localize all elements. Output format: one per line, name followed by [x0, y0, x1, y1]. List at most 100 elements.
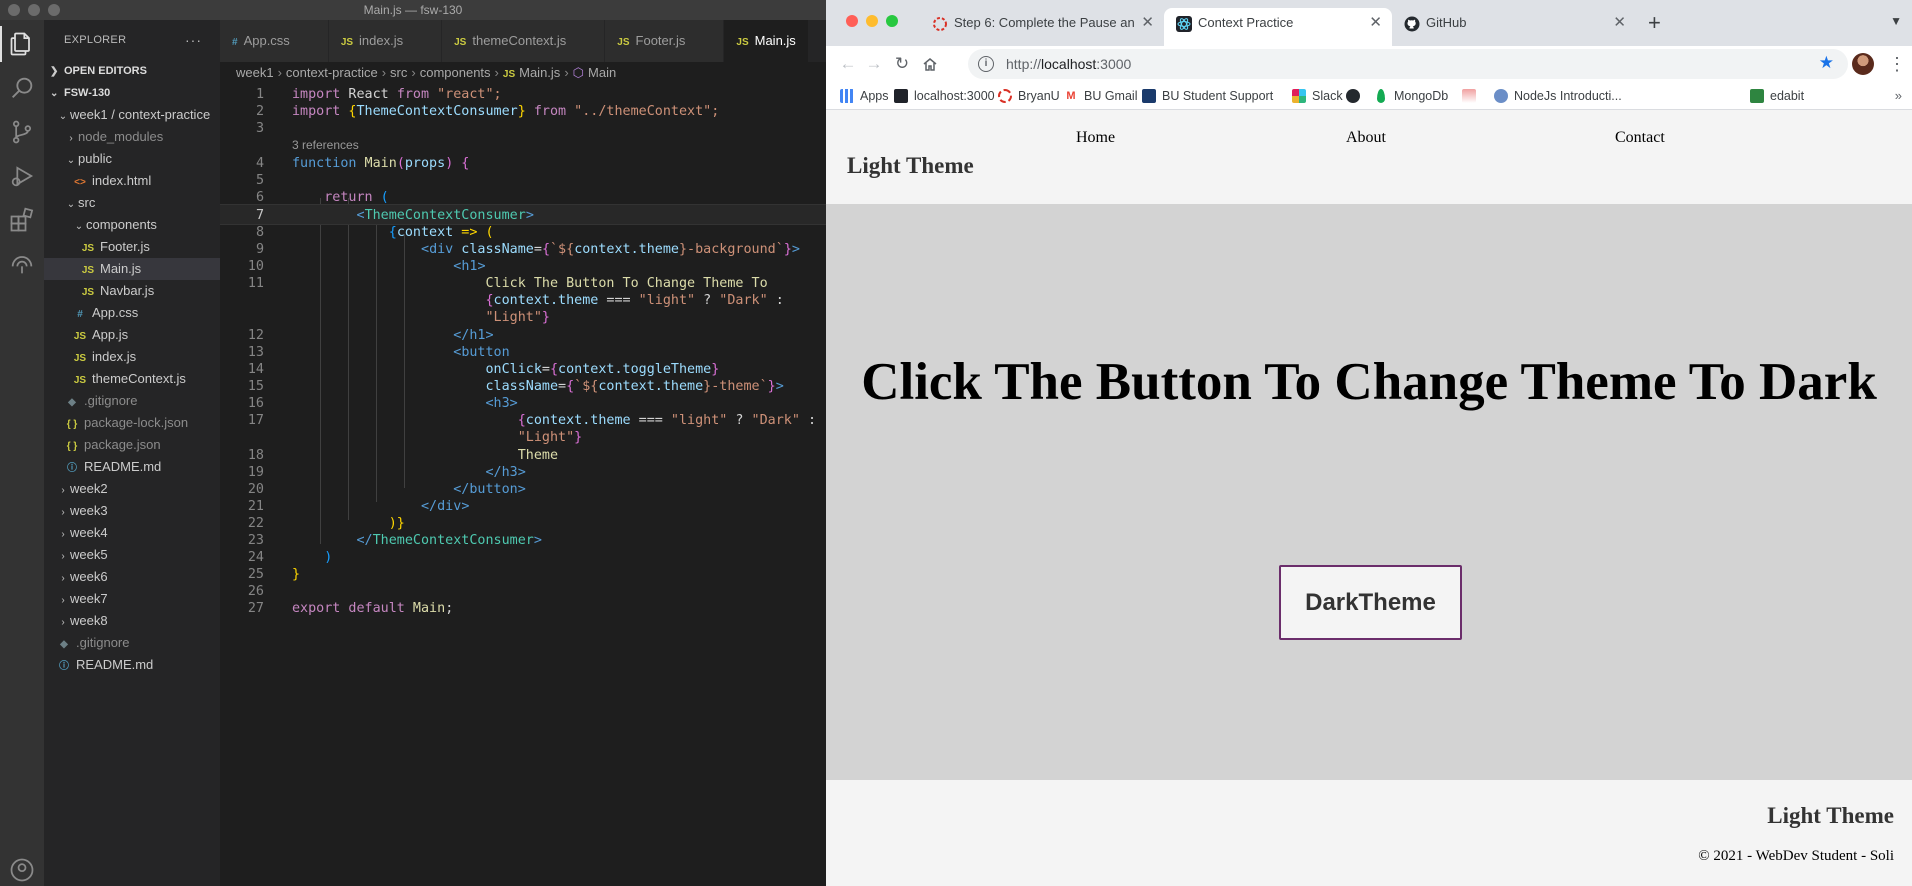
bookmark-edabit[interactable]: edabit	[1748, 82, 1804, 109]
tree-item[interactable]: ⌄ components	[44, 214, 220, 236]
tab-themecontext-js[interactable]: JS themeContext.js	[442, 20, 606, 62]
tree-item[interactable]: JS Main.js	[44, 258, 220, 280]
nav-link-contact[interactable]: Contact	[1615, 129, 1665, 147]
tree-item[interactable]: JS themeContext.js	[44, 368, 220, 390]
zoom-window-button[interactable]	[886, 15, 898, 27]
tree-item[interactable]: ◆ .gitignore	[44, 390, 220, 412]
tree-item[interactable]: › week4	[44, 522, 220, 544]
bookmark-apps[interactable]: Apps	[838, 82, 889, 109]
tree-item[interactable]: JS index.js	[44, 346, 220, 368]
tab-footer-js[interactable]: JS Footer.js	[605, 20, 725, 62]
tree-item[interactable]: ⓘ README.md	[44, 456, 220, 478]
workspace-label: FSW-130	[64, 87, 111, 99]
new-tab-button[interactable]: +	[1648, 10, 1661, 36]
tree-item[interactable]: ⌄ week1 / context-practice	[44, 104, 220, 126]
code-editor[interactable]: 1 import React from "react"; 2 import {The…	[220, 84, 826, 886]
tree-item[interactable]: › week6	[44, 566, 220, 588]
tree-item[interactable]: › week7	[44, 588, 220, 610]
browser-tab[interactable]: Step 6: Complete the Pause and ✕	[920, 8, 1164, 46]
app-footer: Light Theme © 2021 - WebDev Student - So…	[826, 780, 1912, 886]
breadcrumb-item[interactable]: src	[390, 65, 407, 80]
forward-arrow-icon[interactable]: →	[862, 52, 886, 76]
tab-title: Context Practice	[1198, 15, 1294, 30]
nav-link-about[interactable]: About	[1346, 129, 1386, 147]
extensions-icon[interactable]	[8, 206, 36, 234]
tree-item[interactable]: ⌄ public	[44, 148, 220, 170]
tree-item[interactable]: <> index.html	[44, 170, 220, 192]
chevron-down-icon: ⌄	[50, 88, 59, 99]
tree-item[interactable]: JS App.js	[44, 324, 220, 346]
references-codelens[interactable]: 3 references	[292, 136, 359, 154]
tree-item[interactable]: { } package-lock.json	[44, 412, 220, 434]
bookmark-bryanu[interactable]: BryanU	[996, 82, 1060, 109]
open-editors-label: OPEN EDITORS	[64, 65, 147, 77]
close-tab-icon[interactable]: ✕	[1369, 8, 1382, 38]
explorer-icon[interactable]	[0, 26, 36, 62]
close-window-button[interactable]	[846, 15, 858, 27]
tree-item[interactable]: # App.css	[44, 302, 220, 324]
tree-item-label: week6	[70, 569, 108, 584]
breadcrumb: week1 › context-practice › src › components › JS…	[236, 65, 617, 80]
site-info-icon[interactable]: i	[978, 56, 994, 72]
breadcrumb-item[interactable]: components	[420, 65, 491, 80]
bookmark-bu-gmail[interactable]: M BU Gmail	[1062, 82, 1137, 109]
tab-search-icon[interactable]: ▼	[1890, 14, 1902, 28]
profile-avatar[interactable]	[1852, 53, 1874, 75]
back-arrow-icon[interactable]: ←	[836, 52, 860, 76]
tree-item[interactable]: ⌄ src	[44, 192, 220, 214]
bookmark-mongodb[interactable]: MongoDb	[1372, 82, 1448, 109]
browser-menu-icon[interactable]: ⋮	[1888, 52, 1906, 76]
js-file-icon: JS	[454, 37, 467, 48]
tree-item[interactable]: { } package.json	[44, 434, 220, 456]
bookmark-localhost[interactable]: localhost:3000	[892, 82, 995, 109]
bookmark-star-icon[interactable]: ★	[1819, 53, 1834, 73]
tree-item[interactable]: › week2	[44, 478, 220, 500]
open-editors-section[interactable]: ❯ OPEN EDITORS	[44, 60, 220, 82]
breadcrumb-item[interactable]: context-practice	[286, 65, 378, 80]
bookmark-slack[interactable]: Slack	[1290, 82, 1343, 109]
run-debug-icon[interactable]	[8, 162, 36, 190]
chevron-down-icon: ⌄	[74, 221, 84, 232]
bookmark-github[interactable]	[1344, 82, 1366, 109]
minimize-window-button[interactable]	[866, 15, 878, 27]
tree-item[interactable]: › week8	[44, 610, 220, 632]
workspace-section[interactable]: ⌄ FSW-130	[44, 82, 220, 104]
more-bookmarks-icon[interactable]: »	[1895, 82, 1902, 109]
tree-item[interactable]: › node_modules	[44, 126, 220, 148]
tab-app-css[interactable]: # App.css	[220, 20, 329, 62]
tree-item[interactable]: ◆ .gitignore	[44, 632, 220, 654]
breadcrumb-item[interactable]: Main	[588, 65, 616, 80]
home-icon[interactable]	[918, 52, 942, 76]
url-text: http://localhost:3000	[1006, 56, 1132, 72]
bookmark-bu-student-support[interactable]: BU Student Support	[1140, 82, 1273, 109]
tree-item[interactable]: JS Footer.js	[44, 236, 220, 258]
tree-item[interactable]: › week5	[44, 544, 220, 566]
breadcrumb-item[interactable]: week1	[236, 65, 274, 80]
close-tab-icon[interactable]: ✕	[1141, 8, 1154, 38]
breadcrumb-item[interactable]: Main.js	[519, 65, 560, 80]
browser-tab[interactable]: GitHub ✕	[1392, 8, 1636, 46]
toggle-theme-button[interactable]: DarkTheme	[1279, 565, 1462, 640]
remote-explorer-icon[interactable]	[8, 250, 36, 278]
more-actions-icon[interactable]: ···	[185, 32, 202, 48]
search-icon[interactable]	[8, 74, 36, 102]
bookmark-unnamed[interactable]	[1460, 82, 1482, 109]
window-controls[interactable]	[846, 15, 898, 27]
account-icon[interactable]	[8, 856, 36, 884]
tree-item[interactable]: ⓘ README.md	[44, 654, 220, 676]
tree-item[interactable]: JS Navbar.js	[44, 280, 220, 302]
browser-tab-active[interactable]: Context Practice ✕	[1164, 8, 1392, 46]
vscode-titlebar: Main.js — fsw-130	[0, 0, 826, 20]
app-navbar: Home About Contact Light Theme	[826, 110, 1912, 204]
close-tab-icon[interactable]: ✕	[1613, 8, 1626, 38]
html-file-icon: <>	[74, 177, 86, 188]
tree-item[interactable]: › week3	[44, 500, 220, 522]
nav-link-home[interactable]: Home	[1076, 129, 1115, 147]
address-bar[interactable]: i http://localhost:3000 ★	[968, 49, 1848, 79]
bookmark-nodejs[interactable]: NodeJs Introducti...	[1492, 82, 1622, 109]
tab-main-js[interactable]: JS Main.js	[724, 20, 809, 62]
tab-index-js[interactable]: JS index.js	[328, 20, 443, 62]
github-icon	[1404, 16, 1420, 32]
reload-icon[interactable]: ↻	[890, 52, 914, 76]
source-control-icon[interactable]	[8, 118, 36, 146]
